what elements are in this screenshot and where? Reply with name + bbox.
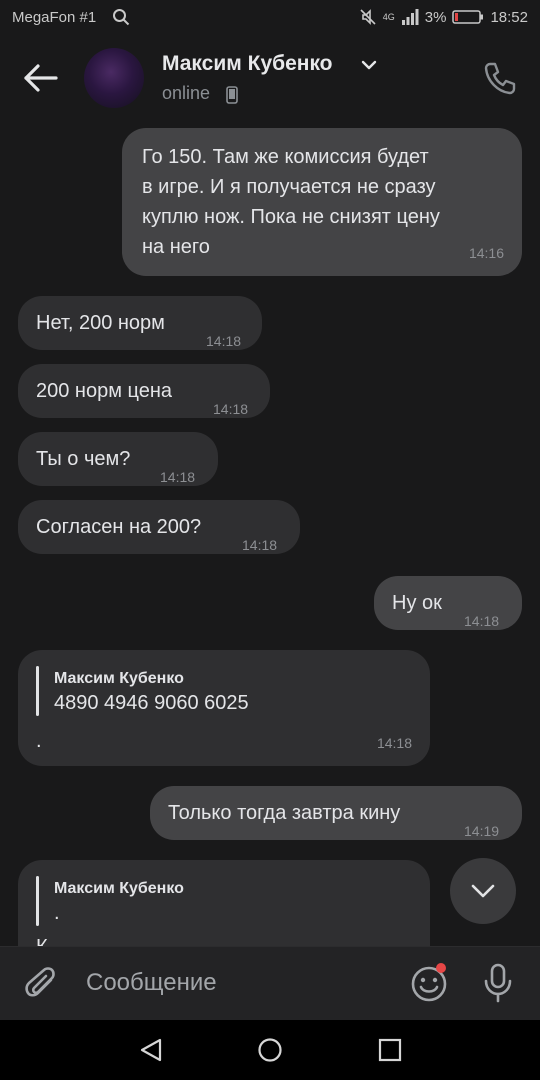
message-text: Нет, 200 норм [36,312,165,334]
avatar[interactable] [84,48,144,108]
message-bubble-outgoing[interactable]: Ну ок 14:18 [374,576,522,630]
message-text: Ну ок [392,592,442,614]
message-bubble-outgoing[interactable]: Только тогда завтра кину 14:19 [150,786,522,840]
search-icon [113,9,130,26]
back-arrow-icon[interactable] [22,62,62,94]
microphone-icon[interactable] [482,963,514,1003]
scroll-down-icon [471,884,495,898]
reply-bar [36,876,39,926]
status-bar: MegaFon #1 4G 3% 18:52 [0,0,540,36]
message-text: . [36,730,42,752]
composer: Сообщение [0,946,540,1021]
nav-home-icon[interactable] [257,1037,283,1063]
message-bubble-incoming[interactable]: Согласен на 200? 14:18 [18,500,300,554]
message-bubble-incoming[interactable]: Максим Кубенко 4890 4946 9060 6025 . 14:… [18,650,430,766]
battery-percent: 3% [424,8,447,26]
signal-icon [401,9,419,25]
reply-text: . [54,902,60,924]
message-text-line: куплю нож. Пока не снизят цену [142,206,440,228]
online-status: online [162,83,211,103]
scroll-down-button[interactable] [450,858,516,924]
clock: 18:52 [490,8,528,26]
message-bubble-incoming[interactable]: 200 норм цена 14:18 [18,364,270,418]
battery-icon [452,10,484,24]
reply-text: 4890 4946 9060 6025 [54,692,249,714]
chat-header: Максим Кубенко online [0,36,540,120]
message-time: 14:18 [213,401,249,417]
message-list[interactable]: Го 150. Там же комиссия будет в игре. И … [0,120,540,946]
message-text-line: на него [142,236,210,258]
message-time: 14:16 [468,245,504,261]
message-bubble-incoming[interactable]: Нет, 200 норм 14:18 [18,296,262,350]
message-bubble-incoming[interactable]: Ты о чем? 14:18 [18,432,218,486]
message-time: 14:19 [464,823,500,839]
message-time: 14:18 [464,613,500,629]
message-text-line: в игре. И я получается не сразу [142,176,436,198]
message-text: Ты о чем? [36,448,131,470]
reply-author[interactable]: Максим Кубенко [54,874,184,904]
reply-bar [36,666,39,716]
unread-dot [436,963,446,973]
phone-icon[interactable] [480,58,520,98]
nav-recents-icon[interactable] [377,1037,403,1063]
nav-back-icon[interactable] [138,1037,164,1063]
mobile-device-icon [226,86,238,104]
message-time: 14:18 [160,469,196,485]
contact-name[interactable]: Максим Кубенко [162,52,333,76]
message-text: Согласен на 200? [36,516,202,538]
carrier-name: MegaFon #1 [12,9,97,26]
network-type: 4G [382,11,395,22]
message-text-line: Го 150. Там же комиссия будет [142,146,429,168]
message-time: 14:18 [242,537,278,553]
message-text: К [36,932,48,946]
message-text: Только тогда завтра кину [168,802,401,824]
message-bubble-outgoing[interactable]: Го 150. Там же комиссия будет в игре. И … [122,128,522,276]
message-bubble-incoming[interactable]: Максим Кубенко . К [18,860,430,946]
message-input[interactable]: Сообщение [86,969,217,997]
mute-icon [360,9,376,25]
message-time: 14:18 [206,333,242,349]
system-nav-bar [0,1020,540,1080]
message-text: 200 норм цена [36,380,173,402]
message-time: 14:18 [376,735,412,751]
chevron-down-icon[interactable] [360,58,378,72]
paperclip-icon[interactable] [24,965,60,1003]
